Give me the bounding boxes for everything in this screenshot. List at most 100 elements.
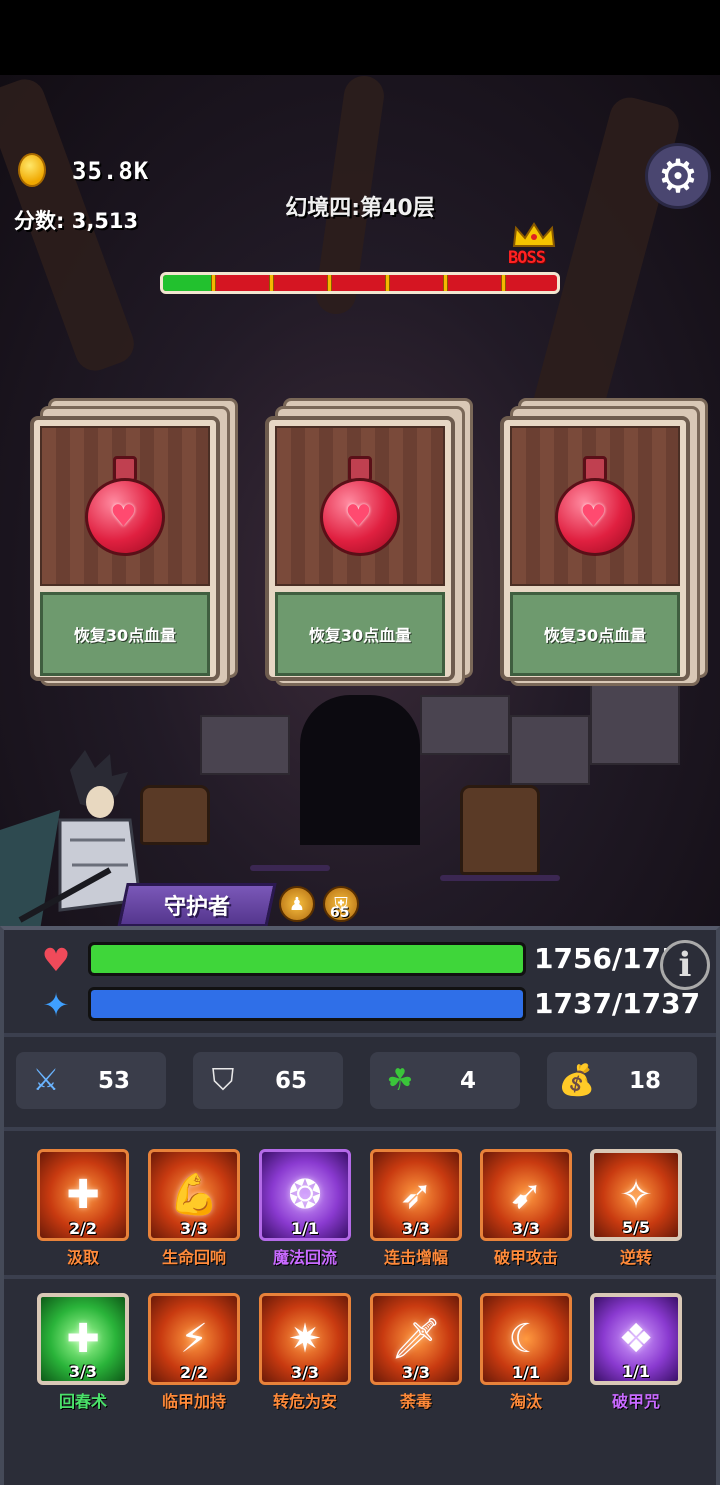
skill-icon-frame: ⚡ 2/2 [148,1293,240,1385]
skill-icon-frame: ❖ 1/1 [590,1293,682,1385]
skill-slot[interactable]: 🗡 3/3 荼毒 [370,1293,462,1411]
checkpoint-marker [327,275,332,291]
gold-value: 18 [628,1067,661,1094]
settings-gear-icon[interactable]: ⚙ [645,143,711,209]
mp-fill [91,990,523,1018]
card-art: ♥ [40,426,210,586]
skill-slot[interactable]: ✷ 3/3 转危为安 [259,1293,351,1411]
panel-divider [4,1033,716,1037]
skill-name: 回春术 [58,1392,107,1411]
gold-stat[interactable]: 💰 18 [547,1052,697,1109]
checkpoint-marker [211,275,216,291]
skill-name: 生命回响 [161,1248,226,1267]
skill-icon-frame: ☾ 1/1 [480,1293,572,1385]
clover-icon: ☘ [386,1062,414,1098]
checkpoint-marker [443,275,448,291]
reward-card-stack[interactable]: ♥ 恢复30点血量 [265,398,475,686]
mp-bar [88,987,526,1021]
skill-slot[interactable]: ☾ 1/1 淘汰 [480,1293,572,1411]
card-art: ♥ [510,426,680,586]
skill-icon-frame: ✷ 3/3 [259,1293,351,1385]
reward-card-stack[interactable]: ♥ 恢复30点血量 [500,398,710,686]
siphon-icon: ✚ [66,1172,100,1218]
skill-name: 逆转 [619,1248,652,1267]
skill-slot[interactable]: ➶ 3/3 连击增幅 [370,1149,462,1267]
combo-strike-icon: ➶ [399,1172,433,1218]
skill-icon-frame: ✚ 3/3 [37,1293,129,1385]
coin-icon [18,153,46,187]
skill-slot[interactable]: ✚ 3/3 回春术 [37,1293,129,1411]
mana-icon: ✦ [42,986,70,1024]
coin-amount: 35.8K [72,157,150,185]
skill-icon-frame: ✚ 2/2 [37,1149,129,1241]
skill-count: 1/1 [621,1362,651,1381]
card-description: 恢复30点血量 [510,592,680,676]
skill-name: 淘汰 [509,1392,542,1411]
stone-block [420,695,510,755]
skill-slot[interactable]: ➹ 3/3 破甲攻击 [480,1149,572,1267]
card-art: ♥ [275,426,445,586]
skill-icon-frame: ✧ 5/5 [590,1149,682,1241]
skill-count: 2/2 [179,1363,209,1382]
armor-curse-icon: ❖ [618,1316,654,1362]
skill-count: 1/1 [511,1363,541,1382]
reward-card[interactable]: ♥ 恢复30点血量 [265,416,455,681]
skill-slot[interactable]: ✚ 2/2 汲取 [37,1149,129,1267]
money-bag-icon: 💰 [558,1062,596,1098]
skill-name: 魔法回流 [272,1248,337,1267]
sword-icon: ⚔ [32,1062,60,1098]
skill-slot[interactable]: 💪 3/3 生命回响 [148,1149,240,1267]
crisis-aversion-icon: ✷ [288,1316,322,1362]
treasure-chest [460,785,540,875]
dungeon-doorway [300,695,420,845]
skill-name: 破甲咒 [611,1392,660,1411]
hero-class-tag[interactable]: 守护者 [117,883,277,927]
skill-count: 3/3 [401,1363,431,1382]
rejuvenation-icon: ✚ [66,1316,100,1362]
hero-status-icon[interactable]: ♟ [279,886,315,922]
skill-slot[interactable]: ⚡ 2/2 临甲加持 [148,1293,240,1411]
mp-value: 1737/1737 [534,987,701,1020]
crown-icon [512,222,556,247]
stone-block [510,715,590,785]
eliminate-icon: ☾ [508,1316,544,1362]
reversal-icon: ✧ [619,1172,653,1218]
reward-card-stack[interactable]: ♥ 恢复30点血量 [30,398,240,686]
skill-slot[interactable]: ✧ 5/5 逆转 [590,1149,682,1267]
defense-value: 65 [274,1067,307,1094]
purple-grass [440,875,560,881]
heart-icon: ♥ [41,941,71,979]
skill-count: 1/1 [290,1219,320,1238]
level-progress-bar [160,272,560,294]
skill-count: 5/5 [621,1218,651,1237]
attack-stat[interactable]: ⚔ 53 [16,1052,166,1109]
shield-icon: ⛉ [211,1062,235,1098]
purple-grass [250,865,330,871]
skill-slot[interactable]: ❂ 1/1 魔法回流 [259,1149,351,1267]
skill-icon-frame: ➶ 3/3 [370,1149,462,1241]
skill-count: 3/3 [401,1219,431,1238]
stone-block [200,715,290,775]
checkpoint-marker [501,275,506,291]
skill-count: 3/3 [290,1363,320,1382]
info-button[interactable]: i [660,940,710,990]
skill-name: 破甲攻击 [493,1248,558,1267]
hp-bar [88,942,526,976]
flexed-arm-icon: 💪 [169,1172,219,1218]
reward-card[interactable]: ♥ 恢复30点血量 [500,416,690,681]
attack-value: 53 [97,1067,130,1094]
skill-name: 临甲加持 [161,1392,226,1411]
skill-name: 转危为安 [272,1392,337,1411]
poison-blade-icon: 🗡 [390,1316,442,1362]
magic-flow-icon: ❂ [288,1172,322,1218]
luck-stat[interactable]: ☘ 4 [370,1052,520,1109]
checkpoint-marker [385,275,390,291]
armor-blessing-icon: ⚡ [179,1316,209,1362]
stone-block [590,675,680,765]
skill-slot[interactable]: ❖ 1/1 破甲咒 [590,1293,682,1411]
skill-count: 3/3 [179,1219,209,1238]
reward-card[interactable]: ♥ 恢复30点血量 [30,416,220,681]
hero-level-number: 65 [330,905,350,921]
defense-stat[interactable]: ⛉ 65 [193,1052,343,1109]
skill-icon-frame: 💪 3/3 [148,1149,240,1241]
